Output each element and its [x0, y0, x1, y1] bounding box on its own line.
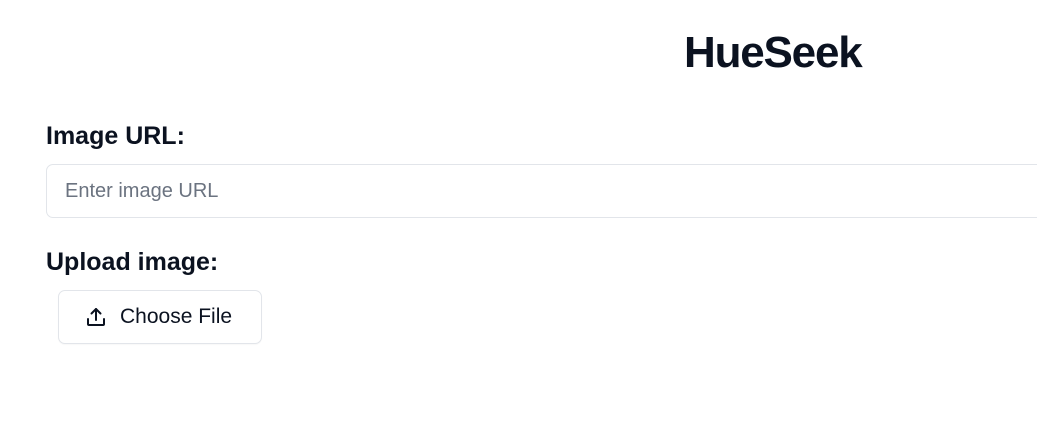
choose-file-button[interactable]: Choose File [58, 290, 262, 344]
image-url-label: Image URL: [46, 122, 185, 150]
upload-image-label: Upload image: [46, 248, 219, 276]
app-title: HueSeek [684, 28, 863, 77]
page: HueSeek Image URL: Upload image: Choose … [0, 0, 1037, 426]
choose-file-label: Choose File [120, 305, 233, 328]
upload-icon [84, 305, 108, 329]
image-url-input[interactable] [46, 164, 1037, 218]
